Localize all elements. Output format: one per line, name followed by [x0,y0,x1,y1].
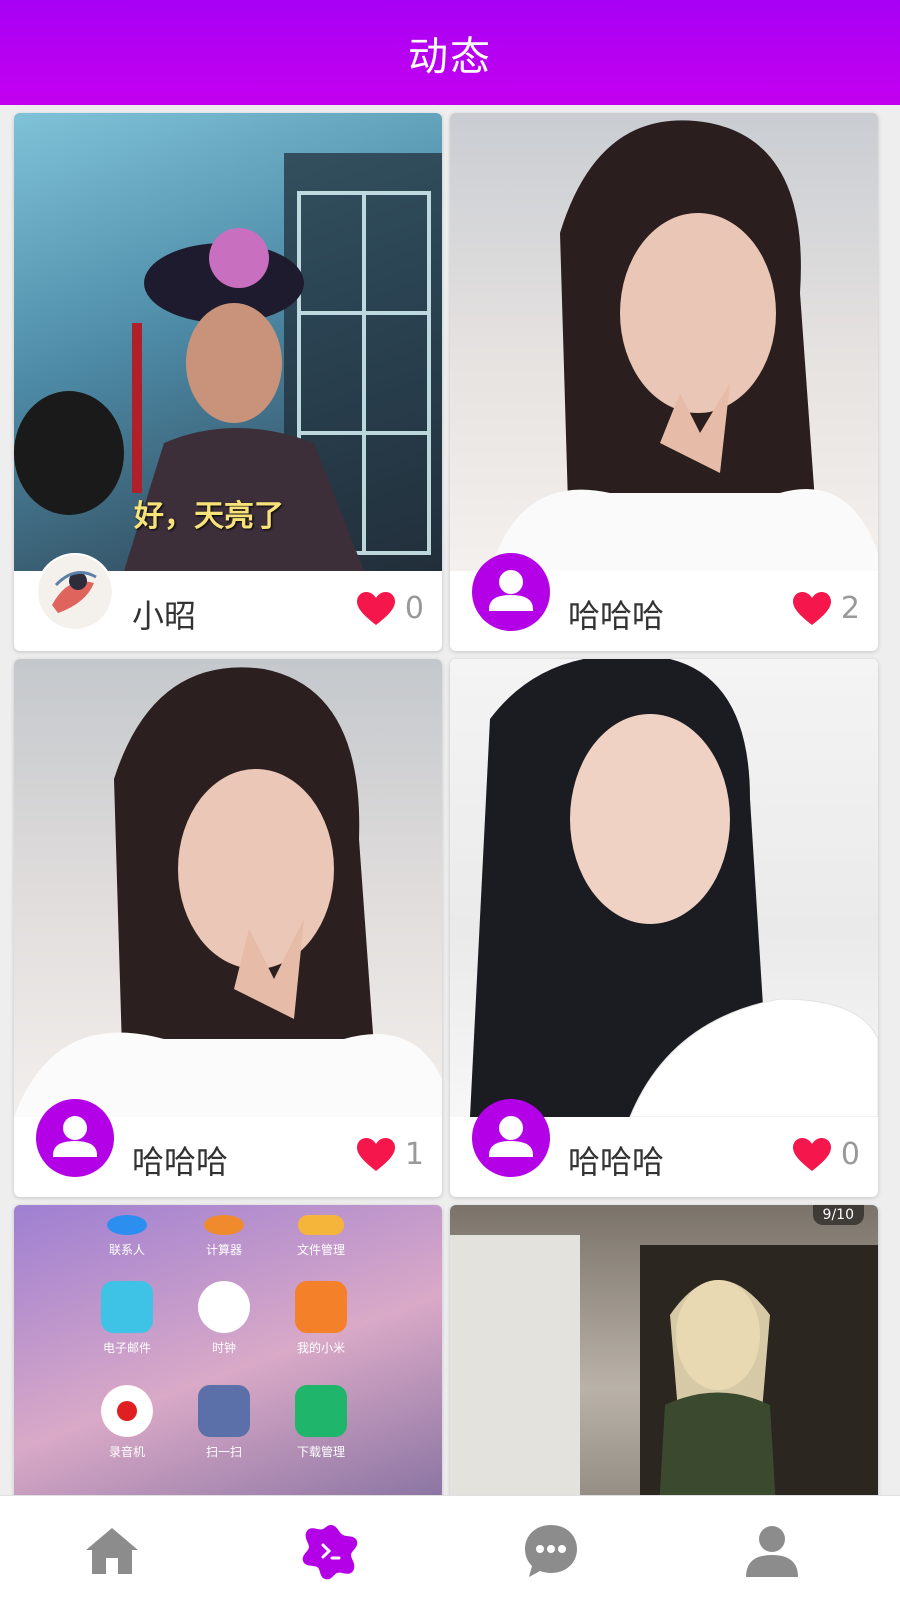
email-icon [101,1281,153,1333]
heart-icon [356,1137,395,1171]
scan-icon [198,1385,250,1437]
avatar[interactable] [36,553,114,631]
app-tile: 文件管理 [276,1215,366,1258]
moment-thumbnail[interactable]: 好，天亮了 [14,113,442,571]
moment-card[interactable]: 联系人 计算器 文件管理 电子邮件 时钟 我的小米 录音机 扫一扫 下载管理 [14,1205,442,1495]
avatar[interactable] [472,1099,550,1177]
download-icon [295,1385,347,1437]
moments-feed[interactable]: 好，天亮了 小昭 0 哈哈哈 2 哈哈哈 1 哈哈哈 0 联系人 计算器 文件管… [0,105,900,1495]
app-tile: 时钟 [179,1281,269,1356]
app-tile: 扫一扫 [179,1385,269,1460]
moment-card[interactable]: 9/10 [450,1205,878,1495]
thumbnail-image [450,113,878,571]
like-count: 0 [840,1137,860,1172]
like-count: 2 [840,591,860,626]
tab-profile[interactable] [737,1516,807,1586]
thumbnail-image: 好，天亮了 [14,113,442,571]
clock-icon [198,1281,250,1333]
app-tile: 我的小米 [276,1281,366,1356]
moment-footer: 小昭 0 [14,553,442,651]
moment-thumbnail[interactable]: 联系人 计算器 文件管理 电子邮件 时钟 我的小米 录音机 扫一扫 下载管理 [14,1205,442,1495]
image-counter: 9/10 [812,1205,864,1225]
thumbnail-image [14,659,442,1117]
phone-home-screen: 联系人 计算器 文件管理 电子邮件 时钟 我的小米 录音机 扫一扫 下载管理 [14,1205,442,1495]
username[interactable]: 小昭 [132,591,196,637]
app-tile: 下载管理 [276,1385,366,1460]
like-count: 1 [404,1137,424,1172]
moment-footer: 哈哈哈 1 [14,1099,442,1197]
person-icon [746,1526,798,1577]
like-button[interactable]: 0 [356,591,424,626]
like-button[interactable]: 1 [356,1137,424,1172]
portrait-illustration [490,120,878,571]
home-icon [86,1528,138,1574]
moment-card[interactable]: 哈哈哈 2 [450,113,878,651]
moment-thumbnail[interactable] [450,659,878,1117]
username[interactable]: 哈哈哈 [568,1137,664,1183]
chat-bubble-icon [525,1525,577,1577]
mi-bear-icon [295,1281,347,1333]
video-subtitle: 好，天亮了 [134,499,284,534]
avatar-photo-illustration [38,555,112,629]
contacts-icon [107,1215,147,1235]
app-tile: 录音机 [82,1385,172,1460]
heart-icon [356,591,395,625]
moment-thumbnail[interactable] [450,113,878,571]
heart-icon [792,591,831,625]
default-user-icon [489,570,533,611]
avatar[interactable] [36,1099,114,1177]
calculator-icon [204,1215,244,1235]
moment-footer: 哈哈哈 0 [450,1099,878,1197]
heart-icon [792,1137,831,1171]
app-tile: 电子邮件 [82,1281,172,1356]
tab-videos[interactable] [296,1516,366,1586]
default-user-icon [53,1116,97,1157]
like-button[interactable]: 0 [792,1137,860,1172]
file-manager-icon [298,1215,344,1235]
page-title: 动态 [408,33,492,80]
app-tile: 联系人 [82,1215,172,1258]
thumbnail-image: 联系人 计算器 文件管理 电子邮件 时钟 我的小米 录音机 扫一扫 下载管理 [14,1205,442,1495]
bottom-tab-bar [0,1495,900,1600]
portrait-illustration [470,659,878,1117]
video-flower-icon [302,1525,358,1580]
tab-messages[interactable] [516,1516,586,1586]
app-tile: 计算器 [179,1215,269,1258]
moment-card[interactable]: 哈哈哈 0 [450,659,878,1197]
thumbnail-image: 9/10 [450,1205,878,1495]
tab-home[interactable] [77,1516,147,1586]
recorder-icon [101,1385,153,1437]
like-button[interactable]: 2 [792,591,860,626]
moment-card[interactable]: 哈哈哈 1 [14,659,442,1197]
avatar[interactable] [472,553,550,631]
default-user-icon [489,1116,533,1157]
moment-thumbnail[interactable] [14,659,442,1117]
like-count: 0 [404,591,424,626]
moment-thumbnail[interactable]: 9/10 [450,1205,878,1495]
top-bar: 动态 [0,0,900,105]
portrait-illustration [14,667,442,1117]
room-scene-illustration [450,1235,878,1495]
moment-footer: 哈哈哈 2 [450,553,878,651]
username[interactable]: 哈哈哈 [568,591,664,637]
thumbnail-image [450,659,878,1117]
username[interactable]: 哈哈哈 [132,1137,228,1183]
moment-card[interactable]: 好，天亮了 小昭 0 [14,113,442,651]
